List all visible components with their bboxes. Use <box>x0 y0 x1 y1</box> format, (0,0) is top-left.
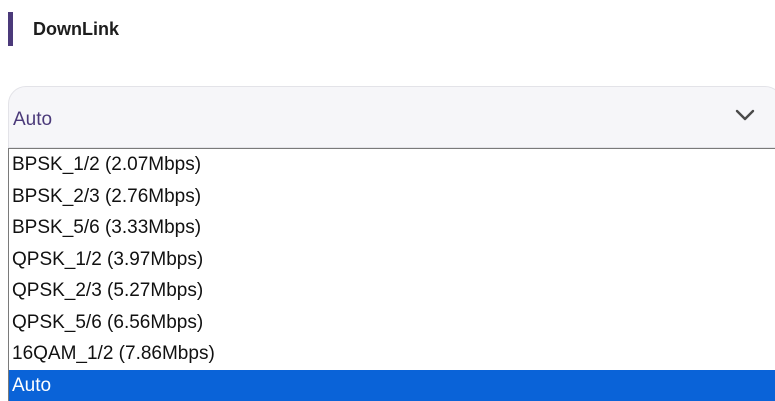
downlink-select[interactable]: Auto <box>8 86 775 148</box>
dropdown-option[interactable]: 16QAM_1/2 (7.86Mbps) <box>9 338 775 370</box>
dropdown-option[interactable]: BPSK_1/2 (2.07Mbps) <box>9 149 775 181</box>
dropdown-option[interactable]: BPSK_5/6 (3.33Mbps) <box>9 212 775 244</box>
dropdown-option[interactable]: QPSK_5/6 (6.56Mbps) <box>9 307 775 339</box>
section-title: DownLink <box>33 18 119 39</box>
dropdown-option[interactable]: BPSK_2/3 (2.76Mbps) <box>9 181 775 213</box>
dropdown-option-selected[interactable]: Auto <box>9 369 775 401</box>
dropdown-options-list: BPSK_1/2 (2.07Mbps) BPSK_2/3 (2.76Mbps) … <box>8 148 775 401</box>
dropdown-option[interactable]: QPSK_1/2 (3.97Mbps) <box>9 244 775 276</box>
select-current-value: Auto <box>13 109 53 130</box>
dropdown-option[interactable]: QPSK_2/3 (5.27Mbps) <box>9 275 775 307</box>
section-header: DownLink <box>8 12 119 46</box>
chevron-down-icon[interactable] <box>734 107 756 123</box>
section-accent-bar <box>8 12 13 46</box>
